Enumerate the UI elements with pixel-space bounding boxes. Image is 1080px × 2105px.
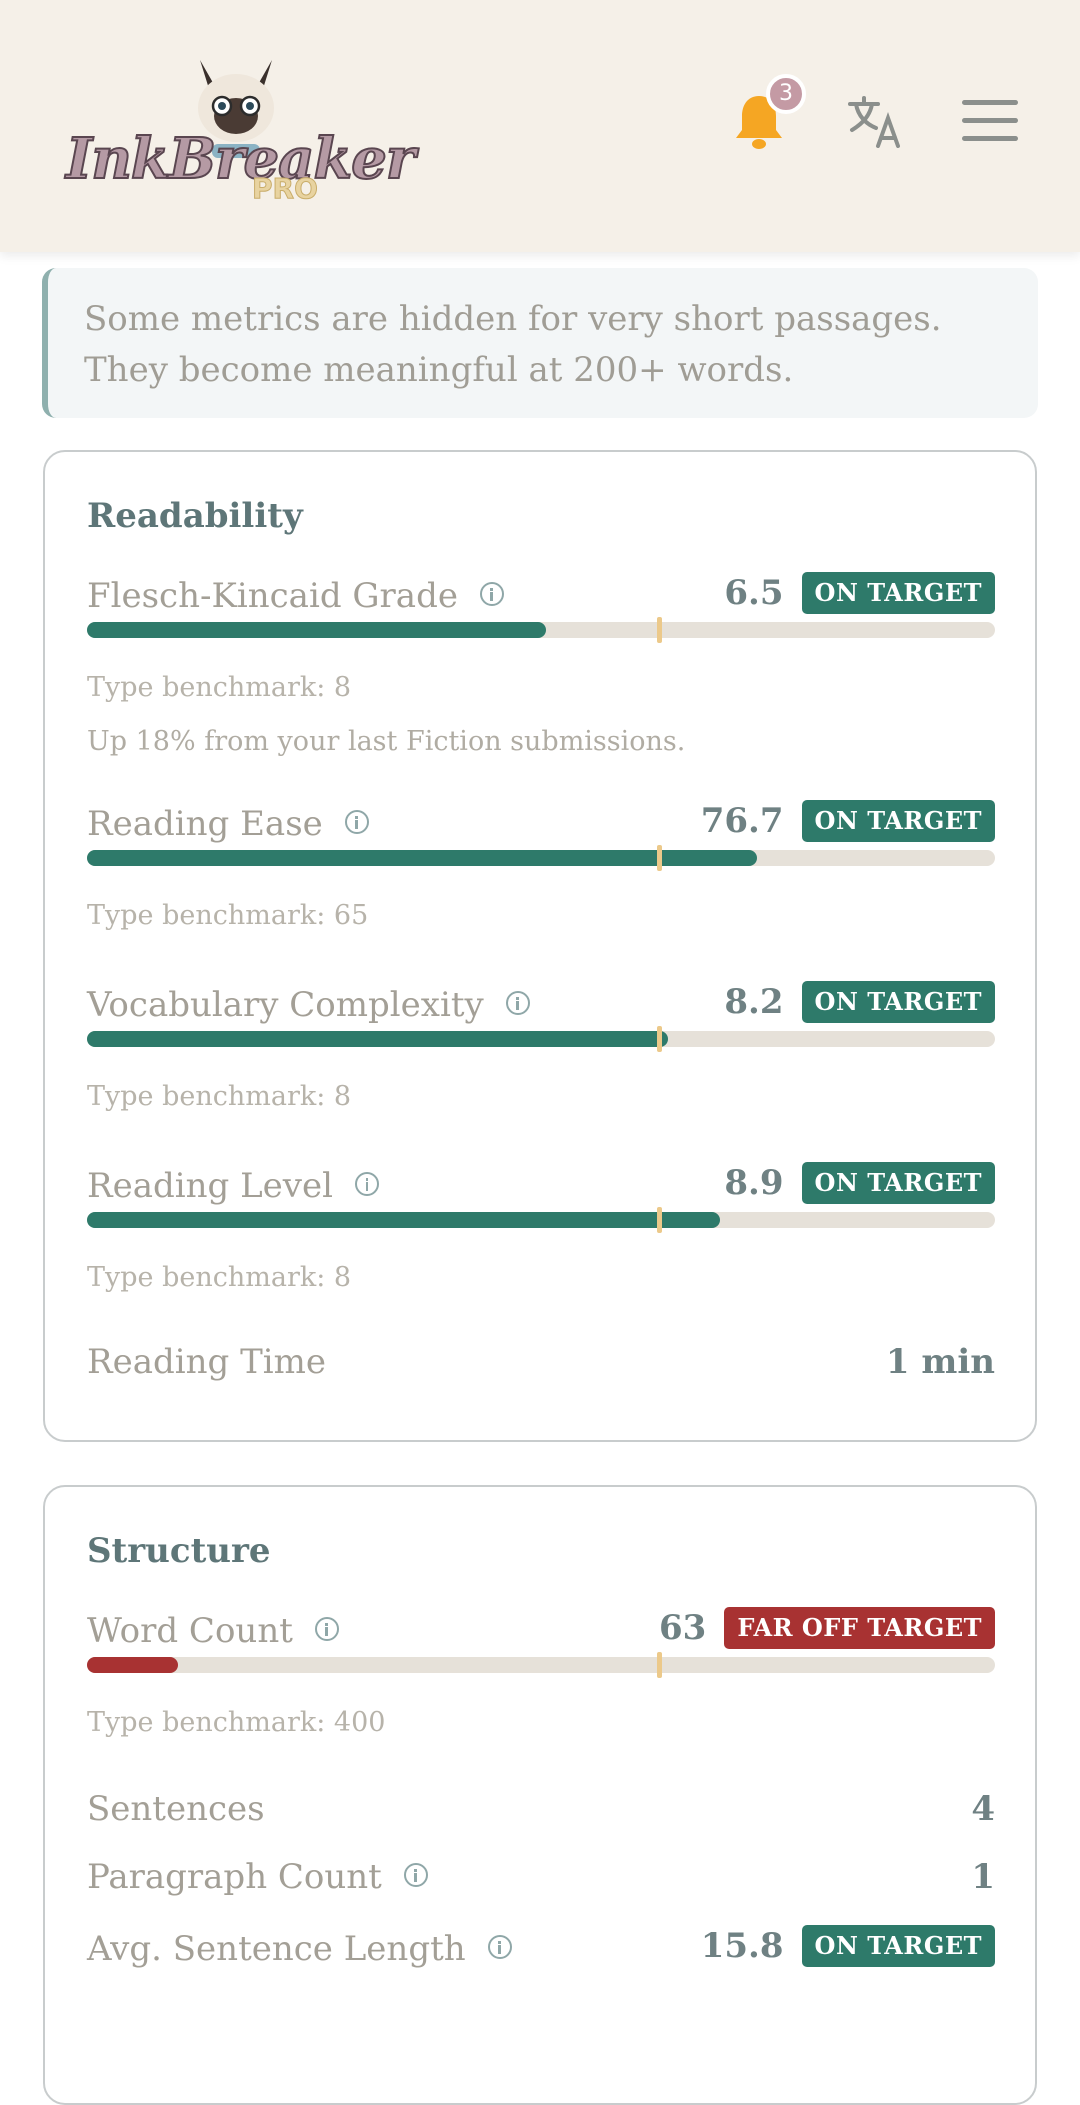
benchmark-marker — [657, 1207, 663, 1233]
metric-label: Reading Ease — [87, 804, 323, 844]
inkbreaker-logo[interactable]: InkBreaker PRO — [62, 48, 416, 208]
status-badge: ON TARGET — [801, 1925, 995, 1967]
readability-title: Readability — [87, 496, 303, 536]
benchmark-text: Type benchmark: 8 — [87, 1081, 352, 1112]
benchmark-text: Type benchmark: 400 — [87, 1707, 386, 1738]
status-badge: ON TARGET — [801, 572, 995, 614]
metric-value: 15.8 — [700, 1926, 784, 1966]
readability-card: Readability Flesch-Kincaid Grade 6.5 ON … — [43, 450, 1037, 1442]
paragraph-count-row: Paragraph Count 1 — [87, 1857, 995, 1907]
progress-fill — [87, 1031, 669, 1047]
status-badge: ON TARGET — [801, 800, 995, 842]
metric-label: Word Count — [87, 1611, 293, 1651]
metric-value: 76.7 — [700, 801, 784, 841]
info-icon[interactable] — [355, 1172, 380, 1196]
info-icon[interactable] — [487, 1935, 512, 1959]
progress-fill — [87, 1657, 178, 1673]
metric-label: Reading Level — [87, 1166, 334, 1206]
metric-label: Avg. Sentence Length — [87, 1929, 466, 1969]
metric-value: 6.5 — [724, 573, 784, 613]
benchmark-text: Type benchmark: 8 — [87, 672, 352, 703]
benchmark-text: Type benchmark: 65 — [87, 900, 369, 931]
metric-value: 8.9 — [724, 1163, 784, 1203]
structure-card: Structure Word Count 63 FAR OFF TARGET T… — [43, 1485, 1037, 2105]
progress-track — [87, 1652, 995, 1678]
logo-pro-badge: PRO — [252, 172, 319, 206]
info-icon[interactable] — [505, 991, 530, 1015]
progress-track — [87, 1026, 995, 1052]
reading-time-row: Reading Time 1 min — [87, 1342, 995, 1392]
paragraph-count-value: 1 — [971, 1857, 995, 1897]
info-icon[interactable] — [479, 582, 504, 606]
progress-track — [87, 845, 995, 871]
trend-note: Up 18% from your last Fiction submission… — [87, 726, 686, 757]
reading-time-value: 1 min — [885, 1342, 995, 1382]
metric-value: 63 — [659, 1608, 707, 1648]
sentences-value: 4 — [971, 1789, 995, 1829]
benchmark-marker — [657, 845, 663, 871]
sentences-label: Sentences — [87, 1789, 265, 1829]
progress-fill — [87, 622, 546, 638]
status-badge: ON TARGET — [801, 1162, 995, 1204]
metric-value: 8.2 — [724, 982, 784, 1022]
translate-icon[interactable] — [848, 96, 902, 148]
info-icon[interactable] — [344, 810, 369, 834]
app-header: InkBreaker PRO 3 — [0, 0, 1080, 252]
status-badge: ON TARGET — [801, 981, 995, 1023]
logo-wordmark: InkBreaker — [65, 125, 416, 193]
short-passage-notice: Some metrics are hidden for very short p… — [42, 268, 1038, 418]
benchmark-marker — [657, 1026, 663, 1052]
info-icon[interactable] — [403, 1863, 428, 1887]
progress-track — [87, 1207, 995, 1233]
benchmark-marker — [657, 617, 663, 643]
status-badge: FAR OFF TARGET — [724, 1607, 995, 1649]
paragraph-count-label: Paragraph Count — [87, 1857, 382, 1897]
metric-label: Flesch-Kincaid Grade — [87, 576, 458, 616]
sentences-row: Sentences 4 — [87, 1789, 995, 1839]
notification-count-badge: 3 — [766, 74, 806, 114]
reading-time-label: Reading Time — [87, 1342, 327, 1382]
benchmark-text: Type benchmark: 8 — [87, 1262, 352, 1293]
progress-track — [87, 617, 995, 643]
progress-fill — [87, 1212, 720, 1228]
info-icon[interactable] — [314, 1617, 339, 1641]
structure-title: Structure — [87, 1531, 271, 1571]
hamburger-menu-icon[interactable] — [962, 100, 1018, 142]
benchmark-marker — [657, 1652, 663, 1678]
metric-label: Vocabulary Complexity — [87, 985, 484, 1025]
